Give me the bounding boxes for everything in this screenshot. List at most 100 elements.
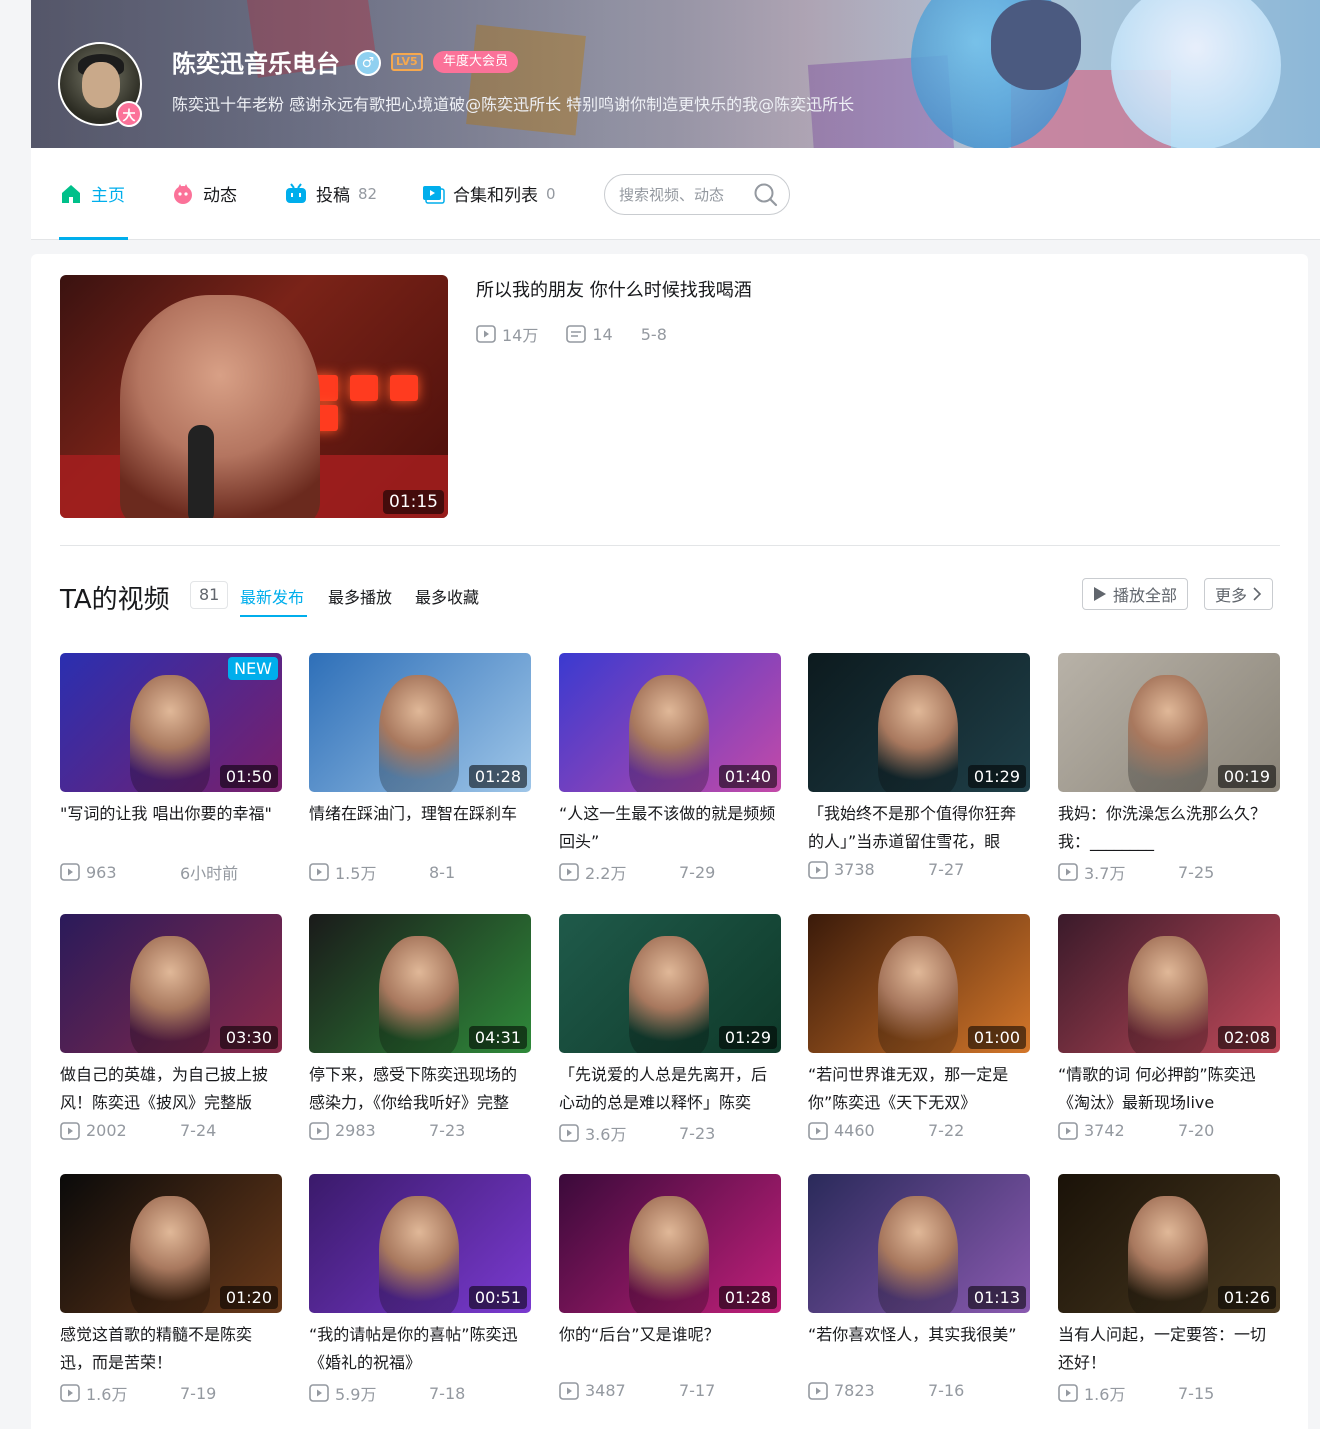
featured-video-title[interactable]: 所以我的朋友 你什么时候找我喝酒 xyxy=(476,276,752,302)
video-title[interactable]: “若你喜欢怪人，其实我很美” xyxy=(808,1321,1030,1377)
video-thumbnail[interactable]: 01:40 xyxy=(559,653,781,792)
danmaku-icon xyxy=(566,325,587,343)
video-thumbnail[interactable]: 01:28 xyxy=(309,653,531,792)
video-card[interactable]: 01:40 “人这一生最不该做的就是频频回头” 2.2万 7-29 xyxy=(559,653,781,893)
video-card[interactable]: 01:29 「先说爱的人总是先离开，后心动的总是难以释怀」陈奕 3.6万 7-23 xyxy=(559,914,781,1154)
video-title[interactable]: 「先说爱的人总是先离开，后心动的总是难以释怀」陈奕 xyxy=(559,1061,781,1117)
tab-dynamic[interactable]: 动态 xyxy=(171,181,237,206)
play-icon xyxy=(476,325,496,343)
publish-date: 6小时前 xyxy=(180,864,239,883)
video-thumbnail[interactable]: 02:08 xyxy=(1058,914,1280,1053)
video-card[interactable]: 01:26 当有人问起，一定要答：一切还好！ 1.6万 7-15 xyxy=(1058,1174,1280,1414)
publish-date: 7-25 xyxy=(1178,862,1215,882)
video-thumbnail[interactable]: 03:30 xyxy=(60,914,282,1053)
video-title[interactable]: 情绪在踩油门，理智在踩刹车 xyxy=(309,800,531,856)
play-icon xyxy=(808,1381,828,1400)
video-card[interactable]: 02:08 “情歌的词 何必押韵”陈奕迅《淘汰》最新现场live 3742 7-20 xyxy=(1058,914,1280,1154)
video-card[interactable]: 01:13 “若你喜欢怪人，其实我很美” 7823 7-16 xyxy=(808,1174,1030,1414)
play-icon xyxy=(1094,587,1106,601)
play-count: 963 xyxy=(60,863,180,882)
video-thumbnail[interactable]: 00:51 xyxy=(309,1174,531,1313)
video-title[interactable]: “若问世界谁无双，那一定是你”陈奕迅《天下无双》 xyxy=(808,1061,1030,1117)
play-icon xyxy=(60,1384,80,1402)
divider xyxy=(60,545,1280,546)
video-title[interactable]: "写词的让我 唱出你要的幸福" xyxy=(60,800,282,856)
search-box[interactable] xyxy=(604,174,790,215)
video-title[interactable]: 感觉这首歌的精髓不是陈奕迅，而是苦荣！ xyxy=(60,1321,282,1377)
play-icon xyxy=(808,1121,828,1140)
video-card[interactable]: 01:20 感觉这首歌的精髓不是陈奕迅，而是苦荣！ 1.6万 7-19 xyxy=(60,1174,282,1414)
username[interactable]: 陈奕迅音乐电台 xyxy=(172,44,340,79)
sort-tab-most-played[interactable]: 最多播放 xyxy=(328,584,392,608)
play-count: 7823 xyxy=(808,1381,928,1400)
video-thumbnail[interactable]: 01:28 xyxy=(559,1174,781,1313)
video-title[interactable]: 做自己的英雄，为自己披上披风！陈奕迅《披风》完整版 xyxy=(60,1061,282,1117)
video-thumbnail[interactable]: 01:26 xyxy=(1058,1174,1280,1313)
featured-video-thumbnail[interactable]: 01:15 xyxy=(60,275,448,518)
play-count: 4460 xyxy=(808,1121,928,1140)
video-thumbnail[interactable]: NEW 01:50 xyxy=(60,653,282,792)
video-card[interactable]: 01:00 “若问世界谁无双，那一定是你”陈奕迅《天下无双》 4460 7-22 xyxy=(808,914,1030,1154)
tab-uploads-label: 投稿 xyxy=(316,186,350,206)
vip-badge[interactable]: 年度大会员 xyxy=(433,51,519,73)
video-card[interactable]: 03:30 做自己的英雄，为自己披上披风！陈奕迅《披风》完整版 2002 7-24 xyxy=(60,914,282,1154)
tab-dynamic-label: 动态 xyxy=(203,186,237,206)
section-title: TA的视频 xyxy=(60,585,170,615)
video-thumbnail[interactable]: 01:20 xyxy=(60,1174,282,1313)
video-card[interactable]: 01:28 你的“后台”又是谁呢？ 3487 7-17 xyxy=(559,1174,781,1414)
video-title[interactable]: 当有人问起，一定要答：一切还好！ xyxy=(1058,1321,1280,1377)
video-card[interactable]: 00:19 我妈：你洗澡怎么洗那么久？我：________ 3.7万 7-25 xyxy=(1058,653,1280,893)
sort-tab-most-favorited[interactable]: 最多收藏 xyxy=(415,584,479,608)
publish-date: 5-8 xyxy=(640,324,667,344)
video-thumbnail[interactable]: 01:29 xyxy=(808,653,1030,792)
publish-date: 8-1 xyxy=(429,862,456,882)
play-icon xyxy=(60,1121,80,1140)
video-title[interactable]: 停下来，感受下陈奕迅现场的感染力，《你给我听好》完整 xyxy=(309,1061,531,1117)
video-title[interactable]: 你的“后台”又是谁呢？ xyxy=(559,1321,781,1377)
video-duration: 01:15 xyxy=(383,490,444,514)
video-thumbnail[interactable]: 01:29 xyxy=(559,914,781,1053)
user-signature: 陈奕迅十年老粉 感谢永远有歌把心境道破@陈奕迅所长 特别鸣谢你制造更快乐的我@陈… xyxy=(172,95,855,114)
video-duration: 01:28 xyxy=(718,1286,777,1309)
tab-home[interactable]: 主页 xyxy=(59,181,125,206)
publish-date: 7-22 xyxy=(928,1121,965,1140)
main-content: 01:15 所以我的朋友 你什么时候找我喝酒 14万 14 5-8 TA的视频 … xyxy=(31,254,1308,1429)
video-card[interactable]: 04:31 停下来，感受下陈奕迅现场的感染力，《你给我听好》完整 2983 7-23 xyxy=(309,914,531,1154)
play-icon xyxy=(309,1384,329,1402)
play-all-button[interactable]: 播放全部 xyxy=(1082,578,1189,610)
video-meta: 3487 7-17 xyxy=(559,1381,781,1400)
video-meta: 2.2万 7-29 xyxy=(559,860,781,884)
video-duration: 01:00 xyxy=(967,1026,1026,1049)
video-title[interactable]: 「我始终不是那个值得你狂奔的人」”当赤道留住雪花，眼 xyxy=(808,800,1030,856)
video-duration: 01:40 xyxy=(718,765,777,788)
tab-uploads[interactable]: 投稿 82 xyxy=(284,181,377,206)
video-thumbnail[interactable]: 00:19 xyxy=(1058,653,1280,792)
video-title[interactable]: 我妈：你洗澡怎么洗那么久？我：________ xyxy=(1058,800,1280,856)
search-input[interactable] xyxy=(619,185,743,204)
play-icon xyxy=(559,1381,579,1400)
video-thumbnail[interactable]: 01:13 xyxy=(808,1174,1030,1313)
featured-video-stats: 14万 14 5-8 xyxy=(476,322,695,346)
publish-date: 7-17 xyxy=(679,1381,716,1400)
publish-date: 7-19 xyxy=(180,1383,217,1403)
play-count: 1.6万 xyxy=(1058,1381,1178,1405)
video-title[interactable]: “我的请帖是你的喜帖”陈奕迅《婚礼的祝福》 xyxy=(309,1321,531,1377)
video-title[interactable]: “情歌的词 何必押韵”陈奕迅《淘汰》最新现场live xyxy=(1058,1061,1280,1117)
play-icon xyxy=(309,863,329,881)
play-icon xyxy=(60,863,80,881)
more-button[interactable]: 更多 xyxy=(1204,578,1274,610)
sort-tab-latest[interactable]: 最新发布 xyxy=(240,584,304,608)
tab-collections[interactable]: 合集和列表 0 xyxy=(421,181,556,206)
video-card[interactable]: 01:29 「我始终不是那个值得你狂奔的人」”当赤道留住雪花，眼 3738 7-27 xyxy=(808,653,1030,893)
video-title[interactable]: “人这一生最不该做的就是频频回头” xyxy=(559,800,781,856)
video-card[interactable]: 00:51 “我的请帖是你的喜帖”陈奕迅《婚礼的祝福》 5.9万 7-18 xyxy=(309,1174,531,1414)
play-count: 3742 xyxy=(1058,1121,1178,1140)
video-card[interactable]: NEW 01:50 "写词的让我 唱出你要的幸福" 963 6小时前 xyxy=(60,653,282,893)
video-thumbnail[interactable]: 01:00 xyxy=(808,914,1030,1053)
video-meta: 963 6小时前 xyxy=(60,860,282,884)
play-count: 5.9万 xyxy=(309,1381,429,1405)
search-icon[interactable] xyxy=(753,182,779,212)
video-card[interactable]: 01:28 情绪在踩油门，理智在踩刹车 1.5万 8-1 xyxy=(309,653,531,893)
play-icon xyxy=(808,860,828,879)
video-thumbnail[interactable]: 04:31 xyxy=(309,914,531,1053)
